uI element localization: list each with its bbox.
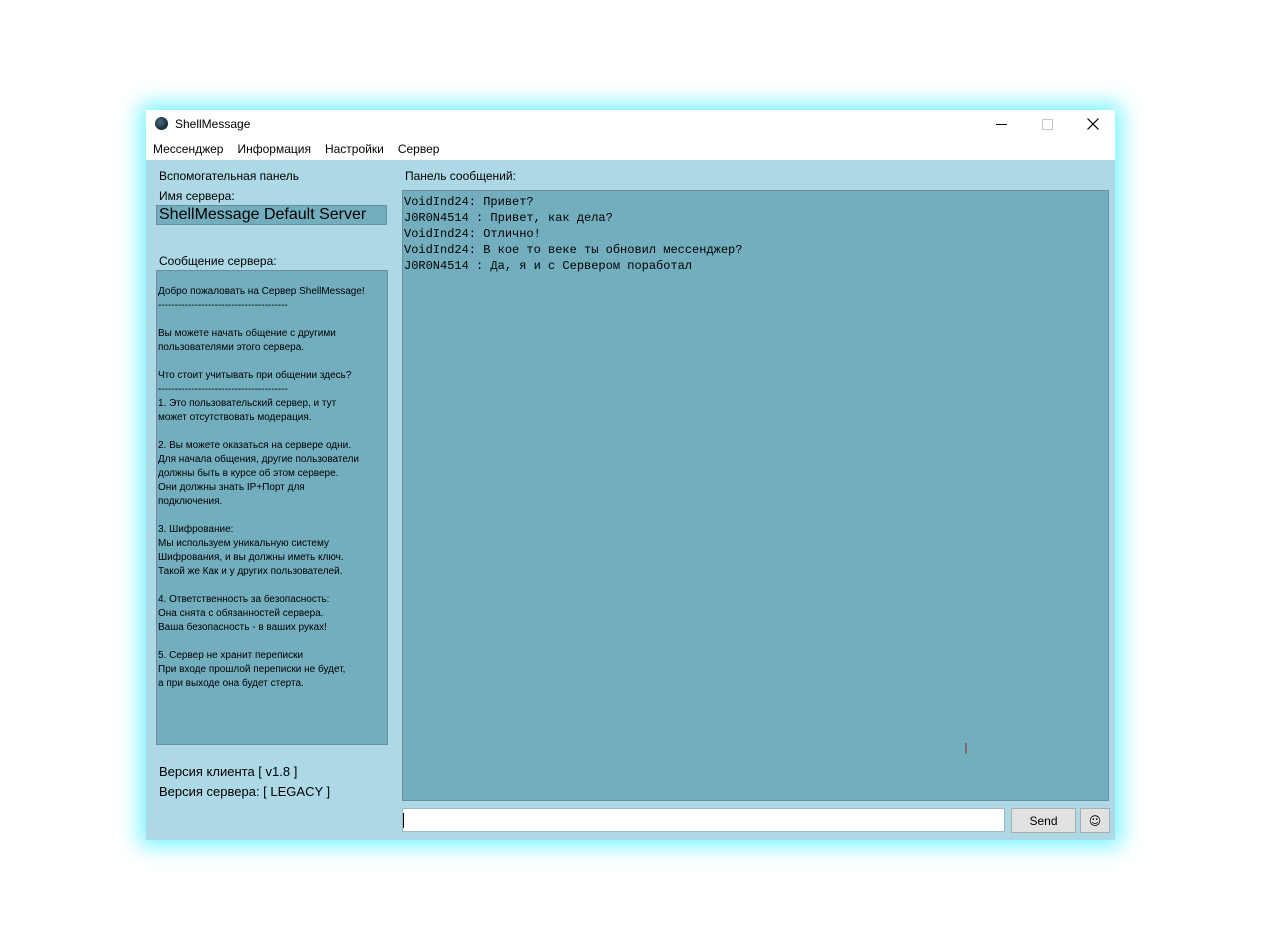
server-name-label: Имя сервера:	[159, 189, 235, 203]
app-window: ShellMessage Мессенджер Информация Настр…	[146, 110, 1115, 840]
server-message-line: 4. Ответственность за безопасность:	[158, 594, 330, 605]
server-message-line: Шифрования, и вы должны иметь ключ.	[158, 552, 344, 563]
server-name-field: ShellMessage Default Server	[156, 205, 387, 225]
close-icon	[1087, 118, 1099, 130]
client-version: Версия клиента [ v1.8 ]	[159, 764, 298, 779]
server-message-line: пользователями этого сервера.	[158, 342, 305, 353]
server-message-line: а при выходе она будет стерта.	[158, 678, 304, 689]
server-message-line	[157, 635, 387, 649]
server-message-line	[157, 355, 387, 369]
close-button[interactable]	[1070, 110, 1116, 138]
server-message-line: 1. Это пользовательский сервер, и тут	[158, 398, 337, 409]
server-message-line: 3. Шифрование:	[158, 524, 234, 535]
menu-bar: Мессенджер Информация Настройки Сервер	[146, 138, 1115, 160]
minimize-icon	[995, 123, 1007, 125]
server-version: Версия сервера: [ LEGACY ]	[159, 784, 331, 799]
server-message-line: ---------------------------------------	[158, 384, 288, 395]
app-icon	[155, 117, 168, 130]
message-panel-title: Панель сообщений:	[405, 169, 516, 183]
server-message-line	[157, 313, 387, 327]
menu-messenger[interactable]: Мессенджер	[146, 138, 230, 160]
text-caret	[403, 813, 404, 828]
server-message-line: может отсутствовать модерация.	[158, 412, 312, 423]
menu-settings[interactable]: Настройки	[318, 138, 391, 160]
server-message-line: Ваша безопасность - в ваших руках!	[158, 622, 327, 633]
server-message-line	[157, 425, 387, 439]
text-cursor-icon: I	[963, 740, 969, 758]
menu-server[interactable]: Сервер	[391, 138, 447, 160]
server-message-line: Мы используем уникальную систему	[158, 538, 329, 549]
emoji-button[interactable]: ☺	[1080, 808, 1110, 833]
server-message-line: 2. Вы можете оказаться на сервере одни.	[158, 440, 352, 451]
maximize-button[interactable]	[1024, 110, 1070, 138]
server-message-line: При входе прошлой переписки не будет,	[158, 664, 346, 675]
server-message-line: Они должны знать IP+Порт для	[158, 482, 305, 493]
server-message-line: должны быть в курсе об этом сервере.	[158, 468, 339, 479]
server-message-line: Что стоит учитывать при общении здесь?	[158, 370, 352, 381]
server-message-line	[157, 579, 387, 593]
server-message-line: подключения.	[158, 496, 223, 507]
chat-message: VoidInd24: Привет?	[404, 195, 534, 209]
chat-message: J0R0N4514 : Да, я и с Сервером поработал	[404, 259, 693, 273]
title-bar[interactable]: ShellMessage	[146, 110, 1115, 138]
server-message-line	[157, 509, 387, 523]
server-message-line: Она снята с обязанностей сервера.	[158, 608, 324, 619]
chat-message: VoidInd24: В кое то веке ты обновил месс…	[404, 243, 743, 257]
server-message-line: Добро пожаловать на Сервер ShellMessage!	[158, 286, 365, 297]
server-message-label: Сообщение сервера:	[159, 254, 277, 268]
chat-message: J0R0N4514 : Привет, как дела?	[404, 211, 613, 225]
server-message-line: Для начала общения, другие пользователи	[158, 454, 360, 465]
minimize-button[interactable]	[978, 110, 1024, 138]
message-panel[interactable]: VoidInd24: Привет? J0R0N4514 : Привет, к…	[402, 190, 1109, 801]
send-button[interactable]: Send	[1011, 808, 1076, 833]
side-panel-title: Вспомогательная панель	[159, 169, 299, 183]
window-title: ShellMessage	[175, 117, 251, 131]
chat-message: VoidInd24: Отлично!	[404, 227, 541, 241]
server-message-line: Вы можете начать общение с другими	[158, 328, 336, 339]
message-input[interactable]	[402, 808, 1005, 832]
menu-information[interactable]: Информация	[230, 138, 317, 160]
server-message-line	[157, 271, 387, 285]
server-message-line: ---------------------------------------	[158, 300, 288, 311]
server-message-line: Такой же Как и у других пользователей.	[158, 566, 343, 577]
server-message-line: 5. Сервер не хранит переписки	[158, 650, 304, 661]
maximize-icon	[1041, 118, 1053, 130]
server-message-box[interactable]: Добро пожаловать на Сервер ShellMessage!…	[156, 270, 388, 745]
